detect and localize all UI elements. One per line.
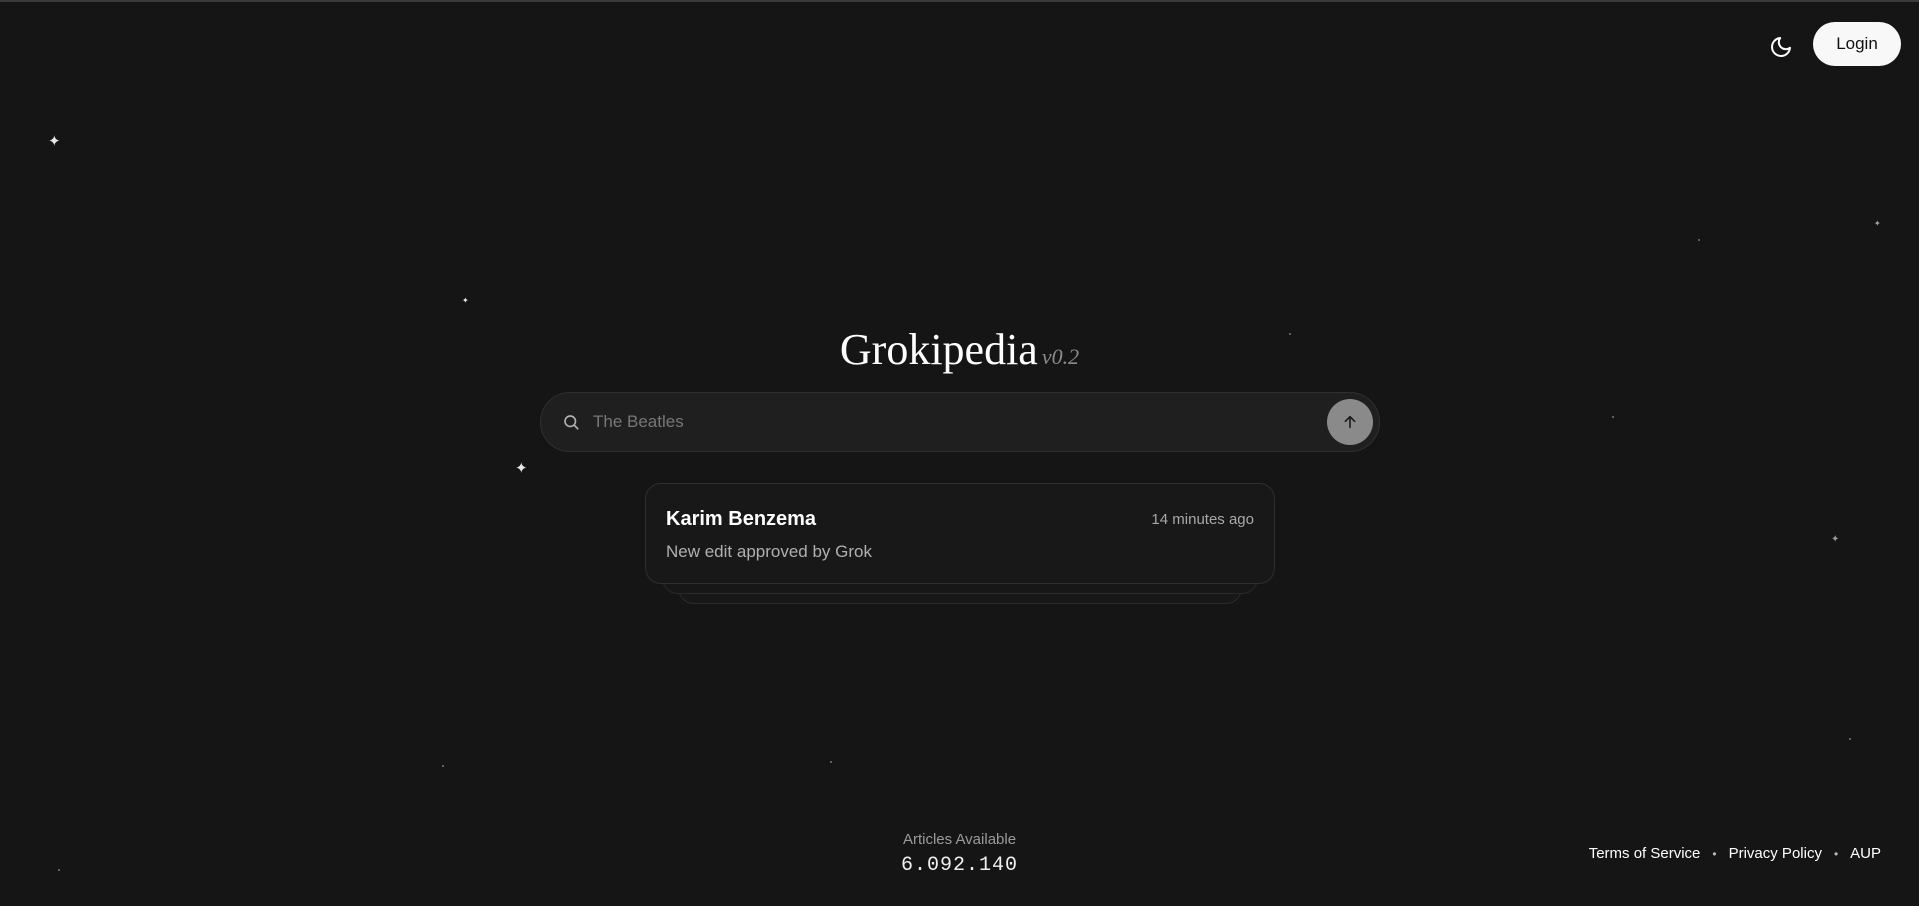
arrow-up-icon — [1344, 415, 1356, 429]
brand-version: v0.2 — [1041, 344, 1080, 369]
login-button[interactable]: Login — [1813, 22, 1901, 66]
search-submit-button[interactable] — [1327, 399, 1373, 445]
sparkle-icon: ✦ — [515, 459, 528, 477]
sparkle-icon: ✦ — [48, 132, 61, 150]
star-dot — [1698, 239, 1700, 241]
card-title: Karim Benzema — [666, 508, 817, 530]
recent-edit-card[interactable]: Karim Benzema 14 minutes ago New edit ap… — [645, 483, 1275, 584]
page-title: Grokipedia v0.2 — [0, 324, 1919, 375]
brand-name: Grokipedia — [839, 325, 1038, 374]
search-bar — [540, 392, 1380, 452]
card-timestamp: 14 minutes ago — [1151, 511, 1254, 528]
search-icon — [561, 412, 581, 432]
card-description: New edit approved by Grok — [666, 542, 872, 561]
page: ✦ ✦ ✦ ✦ ✦ Login Grokipedia v0.2 The Beat… — [0, 0, 1919, 906]
search-input[interactable] — [591, 401, 1327, 443]
star-dot — [442, 765, 444, 767]
theme-toggle-button[interactable] — [1764, 30, 1798, 64]
terms-of-service-link[interactable]: Terms of Service — [1589, 845, 1701, 862]
sparkle-icon: ✦ — [1874, 219, 1881, 228]
footer-links: Terms of Service • Privacy Policy • AUP — [1589, 845, 1881, 862]
star-dot — [1612, 416, 1614, 418]
sparkle-icon: ✦ — [1831, 534, 1840, 545]
sparkle-icon: ✦ — [462, 296, 469, 305]
star-dot — [1849, 738, 1851, 740]
footer-separator: • — [1833, 846, 1839, 861]
star-dot — [830, 761, 832, 763]
moon-icon — [1771, 37, 1791, 57]
privacy-policy-link[interactable]: Privacy Policy — [1729, 845, 1822, 862]
footer-separator: • — [1712, 846, 1717, 861]
aup-link[interactable]: AUP — [1850, 845, 1881, 862]
